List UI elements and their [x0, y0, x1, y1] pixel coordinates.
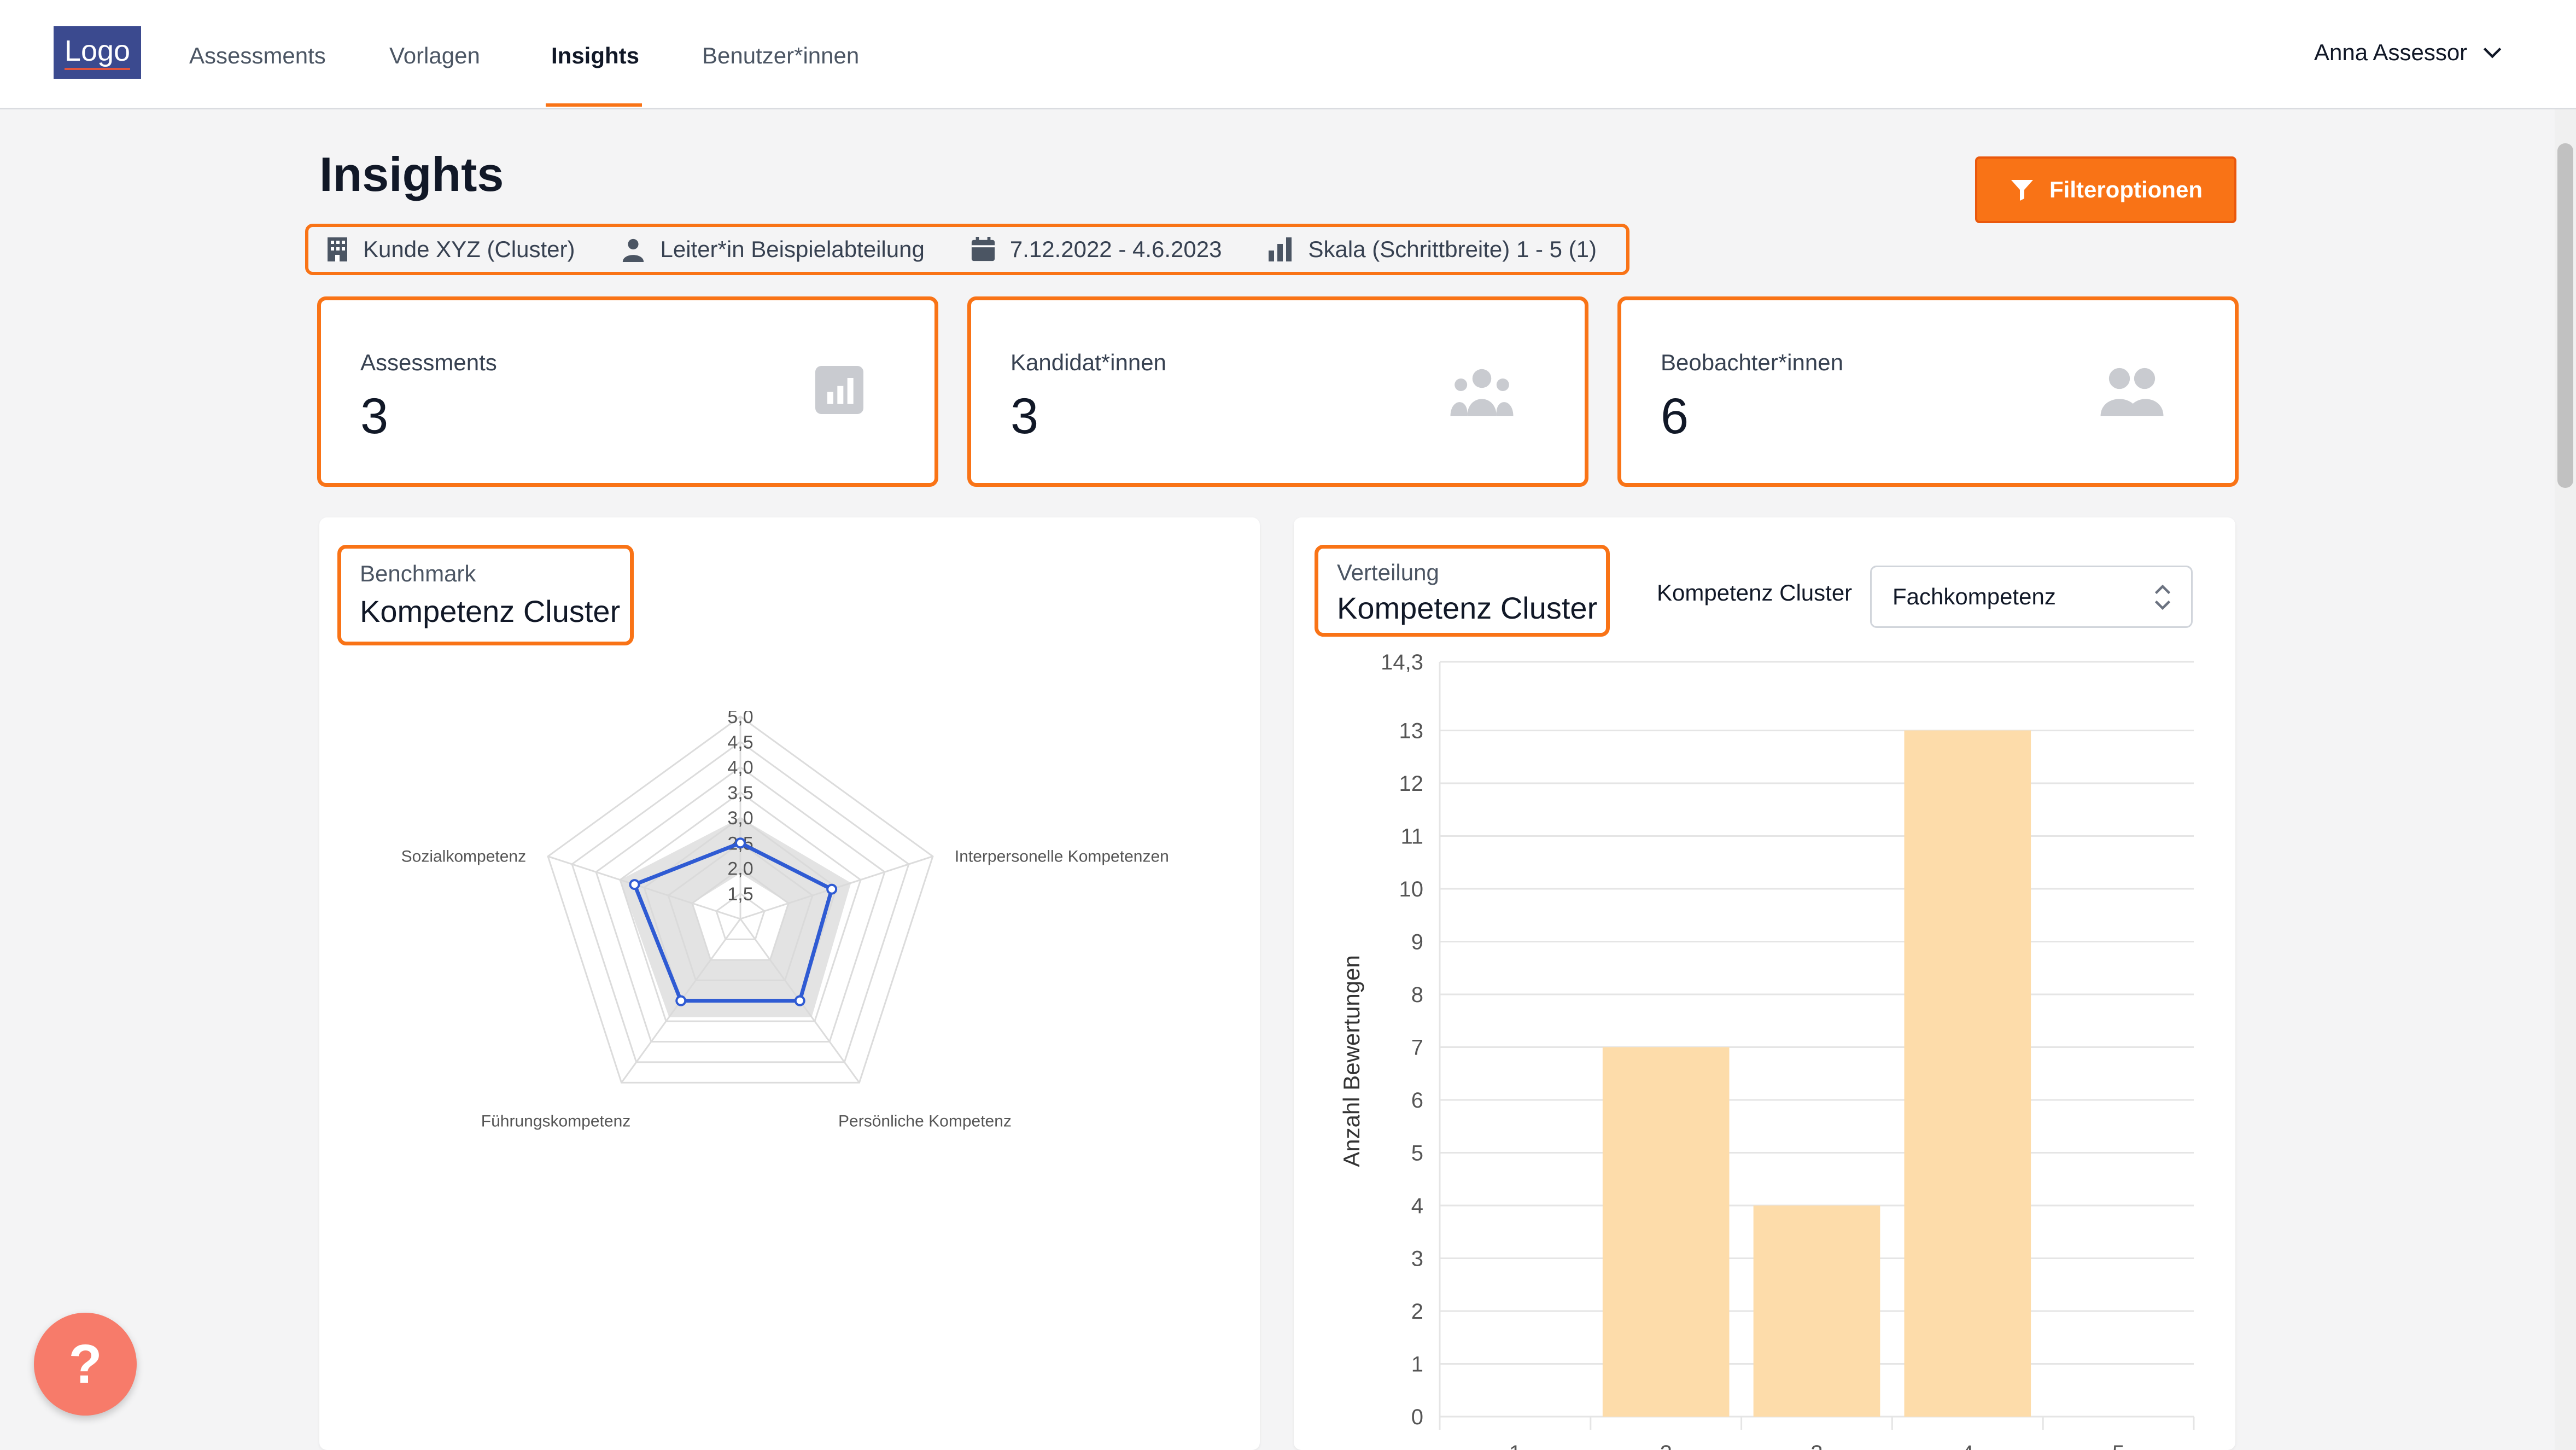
bar-y-tick-label: 4	[1411, 1194, 1423, 1218]
bar-y-tick-label: 5	[1411, 1141, 1423, 1165]
bar-y-tick-label: 13	[1399, 719, 1424, 743]
meta-role-text: Leiter*in Beispielabteilung	[660, 236, 925, 262]
chevron-down-icon	[2483, 48, 2502, 59]
users-icon	[2100, 368, 2164, 416]
user-menu[interactable]: Anna Assessor	[2314, 39, 2504, 66]
radar-chart: 1,52,02,53,03,54,04,55,0FachkompetenzInt…	[401, 711, 1169, 1130]
radar-axis-label: Führungskompetenz	[481, 1112, 631, 1130]
radar-tick-label: 5,0	[727, 711, 753, 727]
radar-data-point	[675, 995, 687, 1006]
calendar-icon	[971, 237, 995, 261]
stat-label: Beobachter*innen	[1661, 350, 1843, 375]
filter-summary-bar: Kunde XYZ (Cluster) Leiter*in Beispielab…	[305, 224, 1629, 275]
user-name: Anna Assessor	[2314, 39, 2468, 65]
distribution-title-box: Verteilung Kompetenz Cluster	[1315, 545, 1610, 637]
sort-arrows-icon	[2154, 584, 2171, 610]
radar-axis-label: Persönliche Kompetenz	[838, 1112, 1012, 1130]
nav-insights[interactable]: Insights	[551, 43, 639, 69]
distribution-bar-chart: 01234567891011121314,312345Anzahl Bewert…	[1339, 650, 2195, 1450]
radar-tick-label: 4,5	[727, 732, 753, 753]
bar-y-tick-label: 6	[1411, 1088, 1423, 1113]
bar-y-tick-label: 10	[1399, 877, 1424, 901]
nav-benutzer[interactable]: Benutzer*innen	[702, 43, 859, 69]
meta-role: Leiter*in Beispielabteilung	[621, 236, 925, 263]
bar-3	[1753, 1205, 1880, 1417]
bar-y-axis-label: Anzahl Bewertungen	[1339, 955, 1364, 1167]
person-icon	[623, 238, 644, 262]
distribution-subtitle: Verteilung	[1337, 560, 1439, 585]
benchmark-title: Kompetenz Cluster	[360, 594, 621, 628]
stat-label: Kandidat*innen	[1010, 350, 1166, 375]
building-icon	[328, 237, 347, 261]
benchmark-title-box: Benchmark Kompetenz Cluster	[337, 545, 634, 645]
radar-data-point	[826, 883, 838, 895]
radar-tick-label: 3,5	[727, 783, 753, 803]
bar-y-tick-label: 12	[1399, 772, 1424, 796]
bar-y-tick-label: 3	[1411, 1247, 1423, 1271]
radar-tick-label: 2,0	[727, 859, 753, 880]
stat-value: 3	[360, 388, 389, 444]
meta-date: 7.12.2022 - 4.6.2023	[971, 236, 1222, 263]
logo-text: Logo	[64, 34, 131, 70]
stat-card-assessments: Assessments 3	[317, 296, 938, 487]
radar-data-point	[794, 995, 805, 1006]
nav-vorlagen[interactable]: Vorlagen	[389, 43, 480, 69]
stat-value: 6	[1661, 388, 1689, 444]
bar-4	[1904, 730, 2031, 1417]
radar-data-point	[735, 837, 746, 849]
filter-icon	[2011, 180, 2033, 201]
bar-chart-icon	[1269, 237, 1292, 261]
bar-x-tick-label: 4	[1961, 1441, 1973, 1450]
bar-y-tick-label: 1	[1411, 1352, 1423, 1376]
filter-options-label: Filteroptionen	[2049, 177, 2203, 202]
filter-options-button[interactable]: Filteroptionen	[1975, 156, 2236, 223]
meta-scale-text: Skala (Schrittbreite) 1 - 5 (1)	[1308, 236, 1597, 262]
chart-bar-icon	[815, 366, 863, 414]
group-icon	[1450, 369, 1514, 416]
bar-y-tick-label: 8	[1411, 983, 1423, 1007]
active-tab-indicator	[546, 103, 642, 107]
stat-label: Assessments	[360, 350, 497, 375]
meta-client-text: Kunde XYZ (Cluster)	[363, 236, 575, 262]
bar-y-tick-label: 7	[1411, 1035, 1423, 1059]
stat-card-kandidaten: Kandidat*innen 3	[967, 296, 1588, 487]
radar-axis-label: Interpersonelle Kompetenzen	[955, 848, 1169, 866]
competence-cluster-label: Kompetenz Cluster	[1657, 580, 1853, 605]
bar-y-tick-label: 9	[1411, 930, 1423, 954]
bar-x-tick-label: 3	[1810, 1441, 1823, 1450]
nav-assessments[interactable]: Assessments	[189, 43, 326, 69]
bar-x-tick-label: 1	[1509, 1441, 1521, 1450]
bar-y-tick-label: 0	[1411, 1405, 1423, 1429]
meta-scale: Skala (Schrittbreite) 1 - 5 (1)	[1267, 236, 1597, 263]
scrollbar-thumb[interactable]	[2557, 143, 2573, 488]
bar-y-max-label: 14,3	[1381, 650, 1423, 674]
radar-data-point	[629, 879, 640, 890]
bar-x-tick-label: 5	[2112, 1441, 2124, 1450]
benchmark-subtitle: Benchmark	[360, 561, 476, 586]
radar-tick-label: 1,5	[727, 884, 753, 905]
bar-x-tick-label: 2	[1660, 1441, 1672, 1450]
radar-tick-label: 4,0	[727, 758, 753, 778]
stat-value: 3	[1010, 388, 1039, 444]
stat-card-beobachter: Beobachter*innen 6	[1617, 296, 2239, 487]
meta-date-text: 7.12.2022 - 4.6.2023	[1009, 236, 1222, 262]
select-value: Fachkompetenz	[1892, 584, 2056, 609]
meta-client: Kunde XYZ (Cluster)	[326, 236, 575, 263]
competence-cluster-select[interactable]: Fachkompetenz	[1870, 566, 2193, 628]
bar-y-tick-label: 2	[1411, 1300, 1423, 1324]
logo[interactable]: Logo	[54, 26, 141, 79]
bar-y-tick-label: 11	[1400, 824, 1423, 848]
radar-axis-label: Sozialkompetenz	[401, 848, 526, 866]
top-navigation	[0, 0, 2576, 109]
page-title: Insights	[319, 147, 504, 201]
distribution-title: Kompetenz Cluster	[1337, 591, 1598, 625]
radar-tick-label: 3,0	[727, 808, 753, 829]
help-button[interactable]: ?	[34, 1313, 137, 1416]
bar-2	[1602, 1047, 1730, 1417]
